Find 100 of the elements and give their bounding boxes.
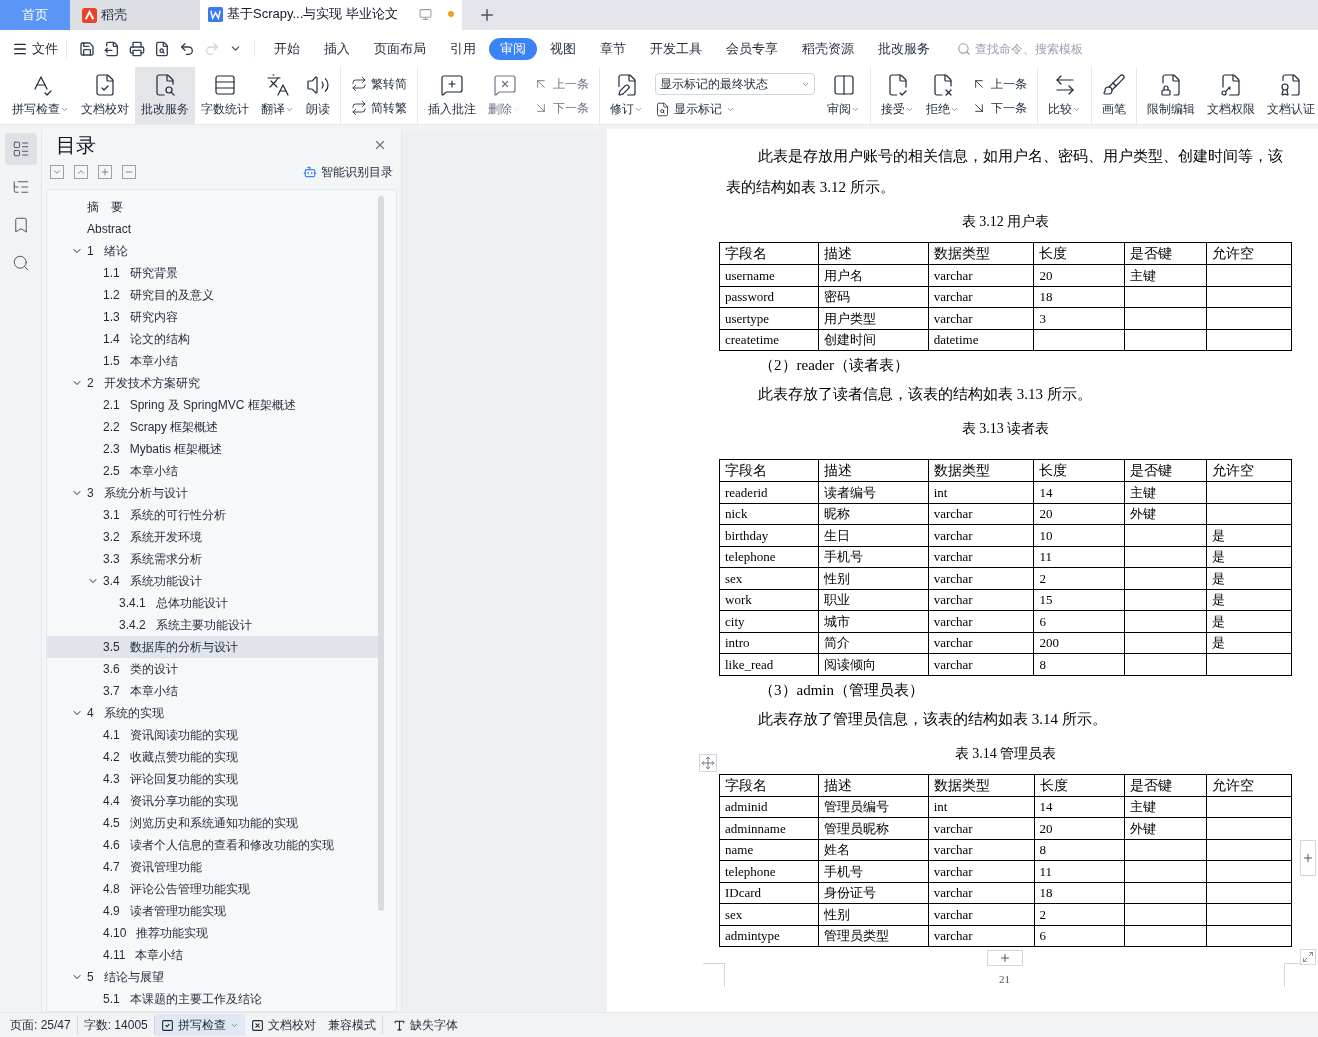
toc-item[interactable]: 2 开发技术方案研究 [47,372,378,394]
new-tab-icon[interactable] [478,6,496,24]
toc-item[interactable]: 3.7 本章小结 [47,680,378,702]
file-menu[interactable]: 文件 [12,38,67,59]
close-icon[interactable] [373,138,387,152]
ribbon-small-button[interactable]: 简转繁 [351,98,407,117]
resize-icon[interactable] [1300,949,1316,965]
ribbon-tab[interactable]: 开发工具 [639,37,713,60]
toc-item[interactable]: 1 绪论 [47,240,378,262]
ribbon-small-button[interactable]: 下一条 [971,98,1027,117]
ribbon-button[interactable]: 修订 [604,67,649,124]
document-tab[interactable]: 基于Scrapy...与实现 毕业论文 [200,0,462,30]
table-move-icon[interactable] [699,753,717,772]
ribbon-small-button[interactable]: 繁转简 [351,74,407,93]
ribbon-small-button[interactable]: 上一条 [971,74,1027,93]
toc-item[interactable]: 4.8 评论公告管理功能实现 [47,878,378,900]
toc-item[interactable]: 1.1 研究背景 [47,262,378,284]
toc-item[interactable]: 4.11 本章小结 [47,944,378,966]
show-markup-button[interactable]: 显示标记 [655,100,815,118]
toc-item[interactable]: 5.1 本课题的主要工作及结论 [47,988,378,1010]
toc-item[interactable]: 1.4 论文的结构 [47,328,378,350]
save-icon[interactable] [79,40,95,57]
toc-item[interactable]: 4.7 资讯管理功能 [47,856,378,878]
toc-item[interactable]: 5 结论与展望 [47,966,378,988]
expand-button[interactable] [98,165,112,179]
toc-item[interactable]: 4.1 资讯阅读功能的实现 [47,724,378,746]
ribbon-button[interactable]: 批改服务 [135,67,195,124]
status-toggle[interactable]: 文档校对 [244,1014,322,1036]
export-icon[interactable] [104,40,120,57]
add-column-button[interactable] [1300,839,1316,876]
toc-item[interactable]: 4.9 读者管理功能实现 [47,900,378,922]
document-badge-icon [1279,73,1303,97]
ribbon-button[interactable]: 拒绝 [920,67,965,124]
ribbon-button[interactable]: 拼写检查 [6,67,75,124]
expand-up-button[interactable] [74,165,88,179]
ribbon-button[interactable]: 字数统计 [195,67,255,124]
convert-icon [351,75,367,92]
ribbon-tab[interactable]: 批改服务 [867,37,941,60]
ribbon-tab[interactable]: 会员专享 [715,37,789,60]
ribbon-button[interactable]: 接受 [875,67,920,124]
add-row-button[interactable] [987,950,1023,966]
collapse-all-button[interactable] [50,165,64,179]
ribbon-button[interactable]: 审阅 [821,67,866,124]
toc-item[interactable]: 4.6 读者个人信息的查看和修改功能的实现 [47,834,378,856]
ribbon-button[interactable]: 画笔 [1096,67,1132,124]
collapse-button[interactable] [122,165,136,179]
ribbon-button[interactable]: 翻译 [255,67,300,124]
ribbon-button[interactable]: 限制编辑 [1141,67,1201,124]
smart-toc-button[interactable]: 智能识别目录 [303,163,393,181]
toc-item[interactable]: 3.1 系统的可行性分析 [47,504,378,526]
ribbon-button[interactable]: 插入批注 [422,67,482,124]
ribbon-tab[interactable]: 页面布局 [363,37,437,60]
toc-item[interactable]: 3.4.1 总体功能设计 [47,592,378,614]
toc-item[interactable]: 4.3 评论回复功能的实现 [47,768,378,790]
toc-item[interactable]: 3.4 系统功能设计 [47,570,378,592]
toc-item[interactable]: 4.10 推荐功能实现 [47,922,378,944]
toc-item[interactable]: 3.5 数据库的分析与设计 [47,636,378,658]
ribbon-tab[interactable]: 视图 [539,37,587,60]
ribbon-button[interactable]: 朗读 [300,67,336,124]
command-search-field[interactable]: 查找命令、搜索模板 [957,39,1115,58]
toc-item[interactable]: 4.2 收藏点赞功能的实现 [47,746,378,768]
toc-item[interactable]: 2.3 Mybatis 框架概述 [47,438,378,460]
toc-item[interactable]: 3.4.2 系统主要功能设计 [47,614,378,636]
contents-button[interactable] [4,133,37,165]
toc-item[interactable]: 3.6 类的设计 [47,658,378,680]
toc-item[interactable]: 2.2 Scrapy 框架概述 [47,416,378,438]
toc-item[interactable]: 4.5 浏览历史和系统通知功能的实现 [47,812,378,834]
ribbon-tab[interactable]: 开始 [263,37,311,60]
print-icon[interactable] [129,40,145,57]
toc-item[interactable]: 1.3 研究内容 [47,306,378,328]
toc-item[interactable]: 3.2 系统开发环境 [47,526,378,548]
ribbon-tab[interactable]: 章节 [589,37,637,60]
missing-font-button[interactable]: 缺失字体 [382,1016,468,1034]
toc-item[interactable]: 摘 要 [47,196,378,218]
toc-item[interactable]: 4 系统的实现 [47,702,378,724]
status-toggle[interactable]: 拼写检查 [154,1014,245,1036]
document-tab[interactable]: 稻壳 [70,0,200,30]
toc-item[interactable]: 1.2 研究目的及意义 [47,284,378,306]
toc-item[interactable]: 2.1 Spring 及 SpringMVC 框架概述 [47,394,378,416]
toc-item[interactable]: 1.5 本章小结 [47,350,378,372]
markup-select[interactable]: 显示标记的最终状态 [655,73,815,95]
toc-item[interactable]: 3 系统分析与设计 [47,482,378,504]
scrollbar-thumb[interactable] [378,196,384,911]
table-cell: 20 [1033,503,1125,525]
toc-item[interactable]: Abstract [47,218,378,240]
table-cell: 昵称 [818,503,929,525]
ribbon-tab[interactable]: 审阅 [489,37,537,60]
table-cell: int [928,481,1034,503]
ribbon-button[interactable]: 比较 [1042,67,1087,124]
toc-item[interactable]: 2.5 本章小结 [47,460,378,482]
toc-item[interactable]: 4.4 资讯分享功能的实现 [47,790,378,812]
ribbon-button[interactable]: 文档认证 [1261,67,1318,124]
preview-icon[interactable] [154,40,170,57]
toc-item[interactable]: 3.3 系统需求分析 [47,548,378,570]
ribbon-tab[interactable]: 稻壳资源 [791,37,865,60]
undo-icon[interactable] [179,40,195,57]
ribbon-button[interactable]: 文档校对 [75,67,135,124]
ribbon-button[interactable]: 文档权限 [1201,67,1261,124]
ribbon-tab[interactable]: 插入 [313,37,361,60]
ribbon-tab[interactable]: 引用 [439,37,487,60]
